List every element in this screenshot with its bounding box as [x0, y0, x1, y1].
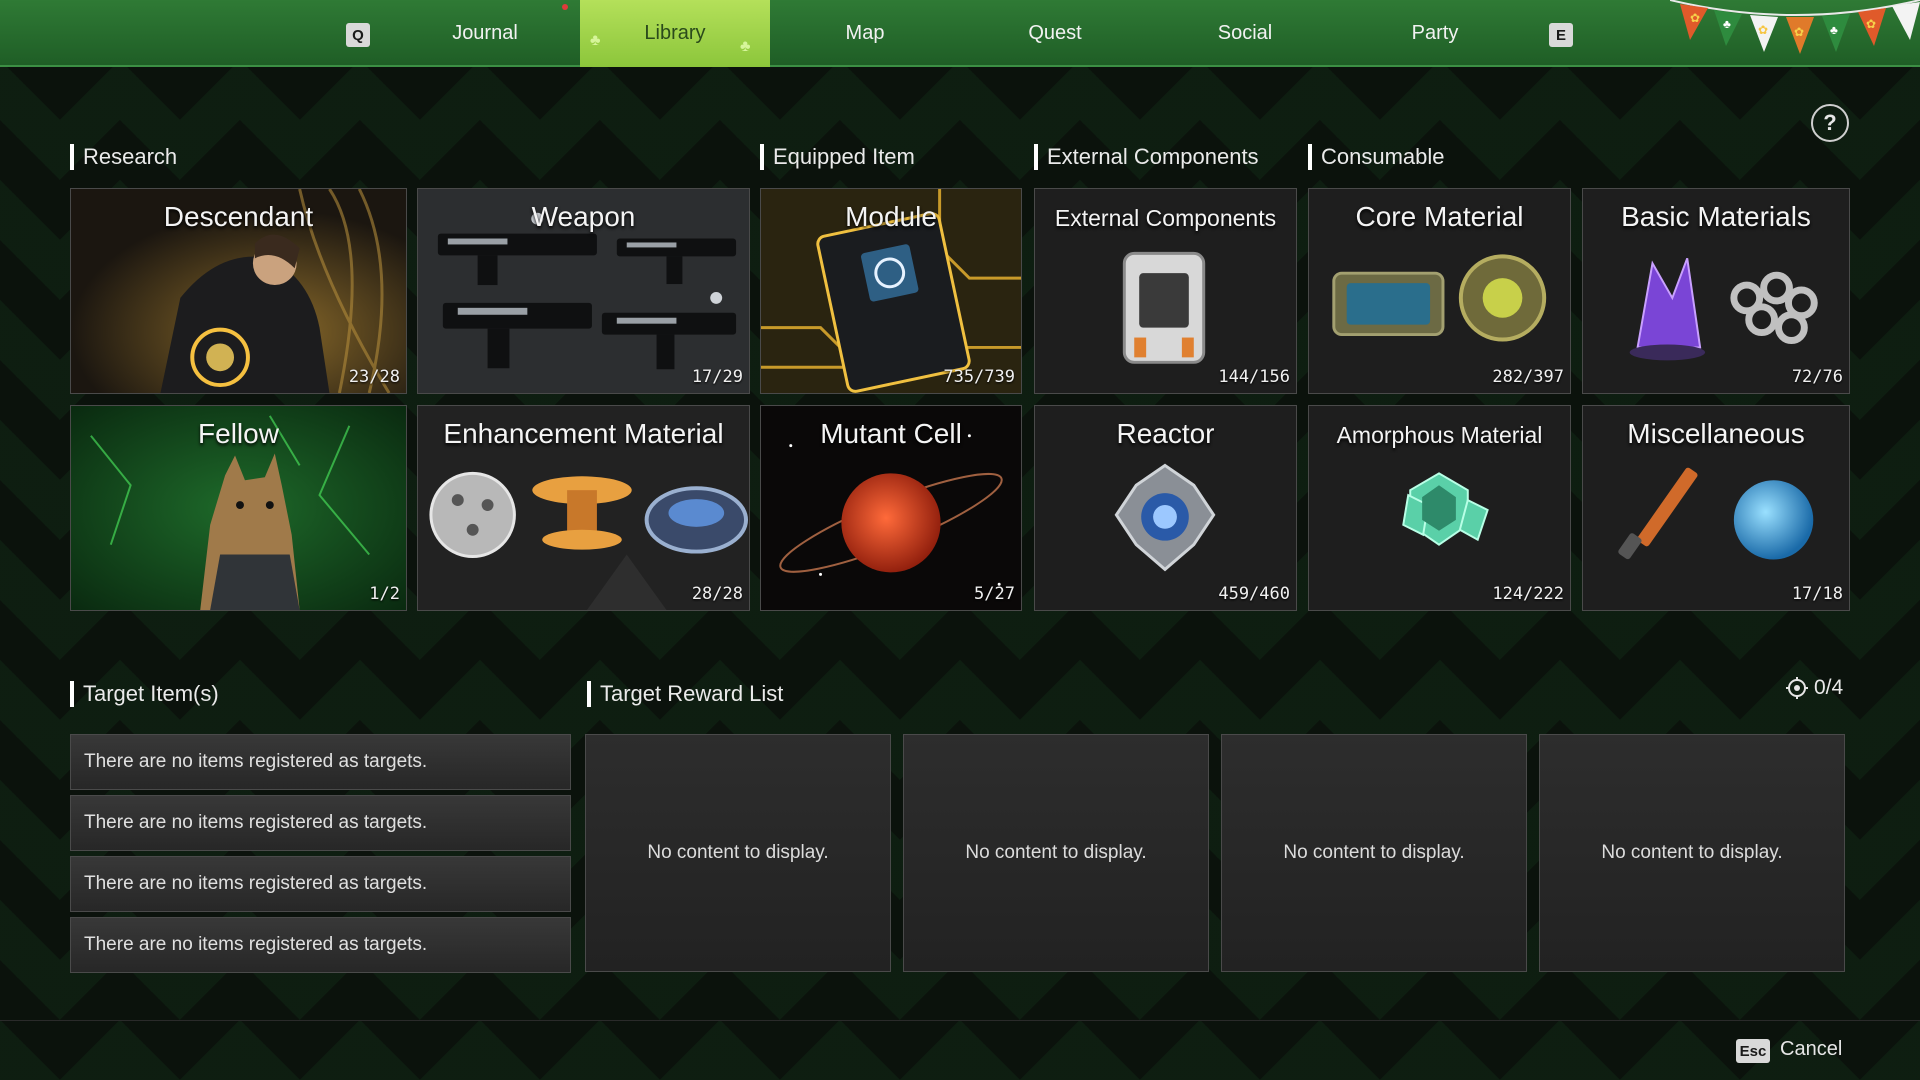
tile-count: 72/76: [1791, 367, 1843, 387]
tile-title: Basic Materials: [1621, 201, 1811, 232]
tile-external-components[interactable]: External Components 144/156: [1034, 188, 1297, 394]
tile-count: 17/29: [691, 367, 743, 387]
cancel-button[interactable]: Cancel: [1780, 1038, 1842, 1061]
target-slot[interactable]: There are no items registered as targets…: [70, 917, 571, 973]
section-label-equipped-item: Equipped Item: [760, 144, 915, 170]
tile-count: 1/2: [369, 584, 400, 604]
tab-library[interactable]: ♣ ♣ Library: [580, 0, 770, 67]
tile-title: Mutant Cell: [820, 418, 962, 449]
next-tab-key[interactable]: E: [1549, 23, 1573, 47]
tab-label: Quest: [1028, 22, 1082, 44]
help-button[interactable]: ?: [1811, 104, 1849, 142]
tile-title: Core Material: [1355, 201, 1524, 232]
tile-enhancement-material[interactable]: Enhancement Material 28/28: [417, 405, 750, 611]
svg-text:✿: ✿: [1866, 17, 1876, 31]
clover-icon: ♣: [740, 38, 751, 55]
tile-count: 459/460: [1218, 584, 1290, 604]
tile-count: 735/739: [943, 367, 1015, 387]
tab-map[interactable]: Map: [770, 0, 960, 67]
tile-core-material[interactable]: Core Material 282/397: [1308, 188, 1571, 394]
tab-journal[interactable]: Journal: [390, 0, 580, 67]
tile-title: Weapon: [531, 201, 636, 232]
notification-dot: [562, 4, 568, 10]
reward-slot-text: No content to display.: [647, 842, 829, 863]
reward-slot: No content to display.: [903, 734, 1209, 972]
target-icon: [1786, 677, 1808, 699]
section-label-research: Research: [70, 144, 177, 170]
tile-title: External Components: [1054, 205, 1277, 231]
target-slot[interactable]: There are no items registered as targets…: [70, 856, 571, 912]
svg-text:✿: ✿: [1690, 11, 1700, 25]
tile-count: 28/28: [691, 584, 743, 604]
target-slot[interactable]: There are no items registered as targets…: [70, 734, 571, 790]
prev-tab-key[interactable]: Q: [346, 23, 370, 47]
target-slot[interactable]: There are no items registered as targets…: [70, 795, 571, 851]
tile-basic-materials[interactable]: Basic Materials 72/76: [1582, 188, 1850, 394]
tile-amorphous-material[interactable]: Amorphous Material 124/222: [1308, 405, 1571, 611]
tab-quest[interactable]: Quest: [960, 0, 1150, 67]
tab-label: Journal: [452, 22, 518, 44]
top-nav-bar: Q Journal ♣ ♣ Library Map Quest Social P…: [0, 0, 1920, 67]
tile-miscellaneous[interactable]: Miscellaneous 17/18: [1582, 405, 1850, 611]
footer-divider: [0, 1020, 1920, 1021]
reward-counter-value: 0/4: [1814, 676, 1844, 699]
tile-title: Module: [845, 201, 937, 232]
festive-bunting-decoration: ✿ ♣ ✿ ✿ ♣ ✿: [1670, 0, 1920, 67]
tile-descendant[interactable]: Descendant 23/28: [70, 188, 407, 394]
reward-slot: No content to display.: [1221, 734, 1527, 972]
tab-party[interactable]: Party: [1340, 0, 1530, 67]
target-slot-text: There are no items registered as targets…: [84, 812, 428, 833]
tab-label: Map: [845, 22, 885, 44]
tile-title: Descendant: [163, 201, 314, 232]
tile-title: Amorphous Material: [1336, 422, 1543, 448]
tile-reactor[interactable]: Reactor 459/460: [1034, 405, 1297, 611]
target-slot-text: There are no items registered as targets…: [84, 934, 428, 955]
tile-title: Enhancement Material: [443, 418, 724, 449]
section-label-external-components: External Components: [1034, 144, 1259, 170]
section-label-consumable: Consumable: [1308, 144, 1445, 170]
tile-count: 17/18: [1791, 584, 1843, 604]
clover-icon: ♣: [590, 32, 601, 49]
tab-label: Social: [1217, 22, 1273, 44]
reward-slot-text: No content to display.: [965, 842, 1147, 863]
target-slot-text: There are no items registered as targets…: [84, 873, 428, 894]
tile-title: Fellow: [198, 418, 279, 449]
tile-module[interactable]: Module 735/739: [760, 188, 1022, 394]
tile-weapon[interactable]: Weapon 17/29: [417, 188, 750, 394]
svg-text:♣: ♣: [1830, 23, 1838, 37]
section-label-target-reward-list: Target Reward List: [587, 681, 783, 707]
tile-fellow[interactable]: Fellow 1/2: [70, 405, 407, 611]
reward-slot: No content to display.: [585, 734, 891, 972]
tile-count: 23/28: [348, 367, 400, 387]
section-label-target-items: Target Item(s): [70, 681, 219, 707]
tile-count: 5/27: [974, 584, 1015, 604]
svg-text:✿: ✿: [1794, 25, 1804, 39]
reward-slot: No content to display.: [1539, 734, 1845, 972]
reward-slot-text: No content to display.: [1283, 842, 1465, 863]
tile-mutant-cell[interactable]: Mutant Cell 5/27: [760, 405, 1022, 611]
tile-count: 282/397: [1492, 367, 1564, 387]
tab-label: Library: [644, 22, 706, 44]
tab-label: Party: [1411, 22, 1459, 44]
svg-text:✿: ✿: [1758, 23, 1768, 37]
tile-count: 144/156: [1218, 367, 1290, 387]
tab-social[interactable]: Social: [1150, 0, 1340, 67]
reward-slot-text: No content to display.: [1601, 842, 1783, 863]
tile-title: Reactor: [1116, 418, 1215, 449]
reward-counter: 0/4: [1786, 676, 1843, 700]
tile-title: Miscellaneous: [1627, 418, 1805, 449]
tile-count: 124/222: [1492, 584, 1564, 604]
target-slot-text: There are no items registered as targets…: [84, 751, 428, 772]
esc-key[interactable]: Esc: [1736, 1039, 1770, 1063]
svg-text:♣: ♣: [1723, 17, 1731, 31]
